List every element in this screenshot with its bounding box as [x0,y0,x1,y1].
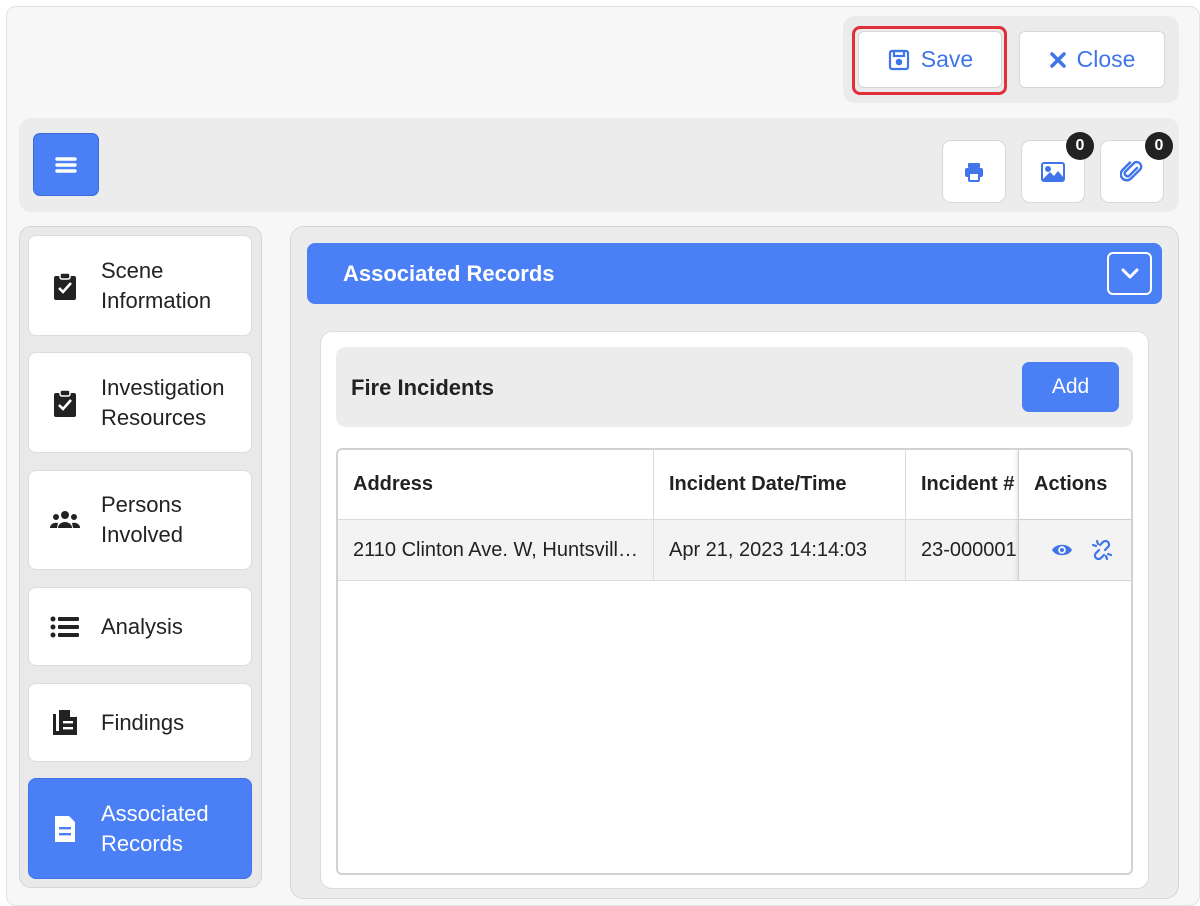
sidebar-item-findings[interactable]: Findings [28,683,252,762]
sidebar-item-label: Associated Records [101,800,209,856]
save-button[interactable]: Save [858,31,1002,88]
add-button[interactable]: Add [1022,362,1119,412]
cell-address: 2110 Clinton Ave. W, Huntsvill… [338,520,654,580]
clipboard-check-icon [29,388,101,418]
card-title: Fire Incidents [351,375,495,400]
cell-incident-datetime: Apr 21, 2023 14:14:03 [654,520,906,580]
section-header-associated-records: Associated Records [307,243,1162,304]
sidebar-item-label: Investigation Resources [101,374,225,430]
column-header-address[interactable]: Address [338,450,654,519]
sidebar-item-label: Analysis [101,613,183,639]
sidebar-item-associated-records[interactable]: Associated Records [28,778,252,879]
printer-icon [965,162,983,182]
file-text-icon [29,814,101,844]
collapse-section-button[interactable] [1107,252,1152,295]
sidebar-item-label: Persons Involved [101,492,183,547]
column-header-actions: Actions [1019,450,1131,519]
sidebar-item-scene-information[interactable]: Scene Information [28,235,252,336]
table-row[interactable]: 2110 Clinton Ave. W, Huntsvill… Apr 21, … [338,520,1131,581]
cell-incident-number: 23-000001 [906,520,1019,580]
unlink-icon[interactable] [1091,539,1113,561]
table-header-row: Address Incident Date/Time Incident # Ac… [338,450,1131,520]
sidebar-item-label: Findings [101,709,185,735]
close-icon [1049,51,1066,68]
section-title: Associated Records [343,260,555,286]
save-icon [888,49,909,70]
clipboard-check-icon [29,271,101,301]
save-button-label: Save [920,46,974,72]
hamburger-icon [55,156,77,173]
close-button-label: Close [1076,46,1136,72]
column-header-incident-number[interactable]: Incident # [906,450,1019,519]
paperclip-icon [1120,160,1143,181]
document-icon [29,708,101,738]
sidebar-item-investigation-resources[interactable]: Investigation Resources [28,352,252,453]
menu-toggle-button[interactable] [33,133,99,196]
sidebar-item-analysis[interactable]: Analysis [28,587,252,666]
column-header-incident-datetime[interactable]: Incident Date/Time [654,450,906,519]
close-button[interactable]: Close [1019,31,1165,88]
incidents-table: Address Incident Date/Time Incident # Ac… [336,448,1133,875]
chevron-down-icon [1121,268,1138,278]
attachments-count-badge: 0 [1145,132,1173,160]
cell-actions [1019,520,1131,580]
images-count-badge: 0 [1066,132,1094,160]
users-icon [29,510,101,530]
list-icon [29,616,101,638]
view-eye-icon[interactable] [1051,542,1073,558]
sidebar-item-label: Scene Information [101,257,212,313]
sidebar-item-persons-involved[interactable]: Persons Involved [28,470,252,570]
print-button[interactable] [942,140,1006,203]
image-icon [1041,161,1065,182]
